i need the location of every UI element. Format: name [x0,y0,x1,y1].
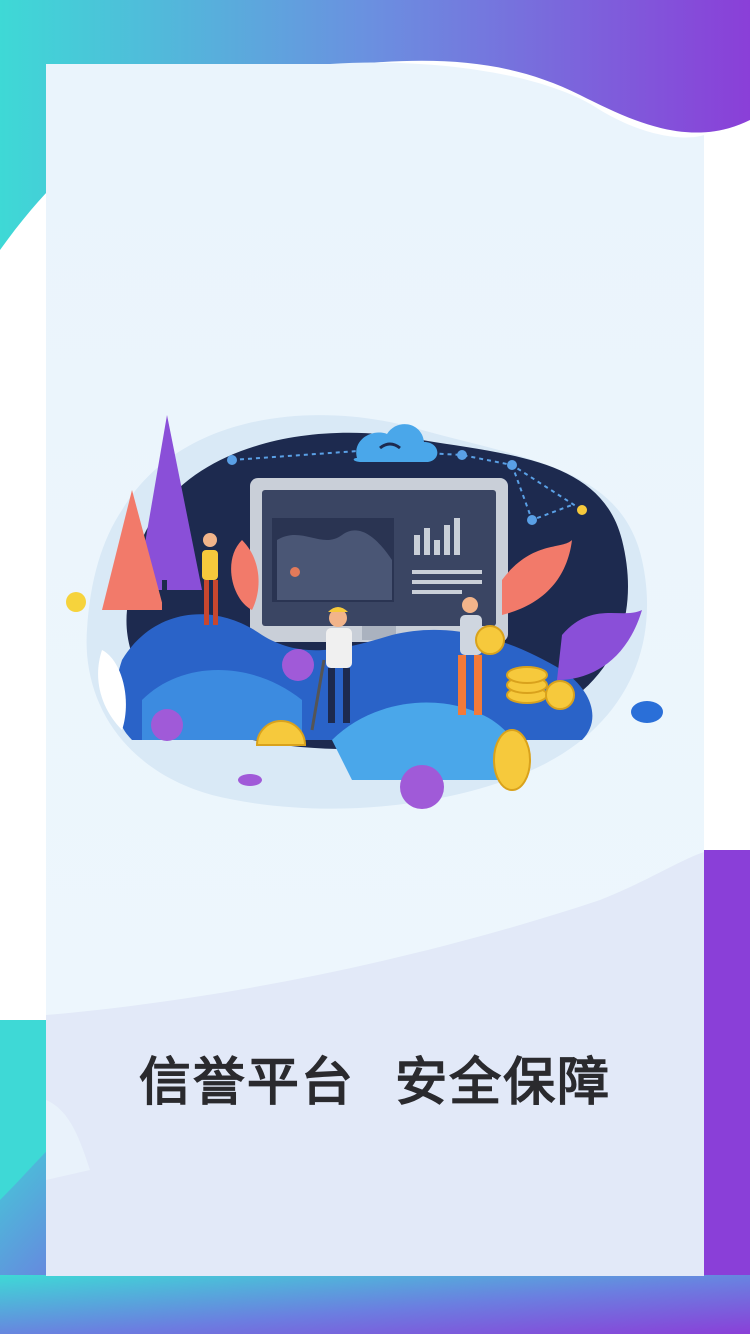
slogan-text: 信誉平台 安全保障 [138,1053,612,1113]
crypto-mining-illustration [66,415,663,809]
